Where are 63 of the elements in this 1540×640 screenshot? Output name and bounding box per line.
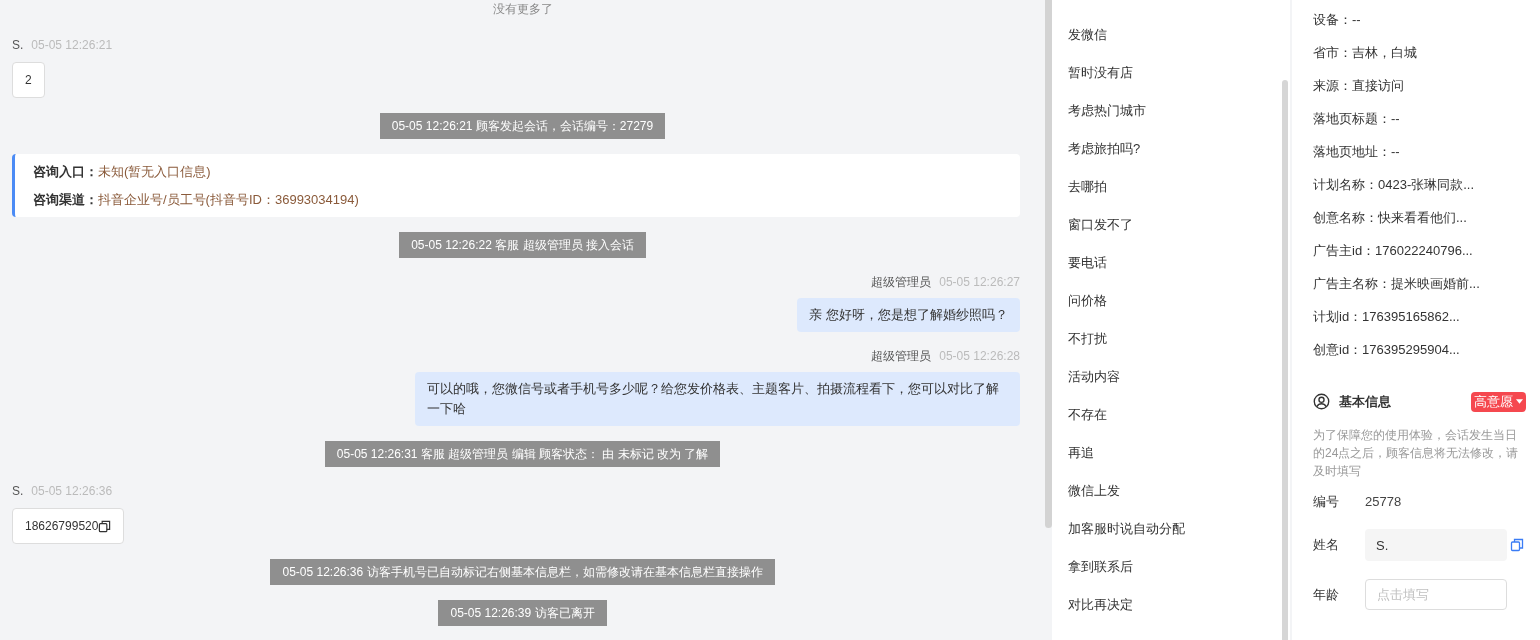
system-notice: 05-05 12:26:39 访客已离开 (438, 600, 607, 626)
message-bubble: 亲 您好呀，您是想了解婚纱照吗？ (797, 298, 1020, 332)
system-notice: 05-05 12:26:36 访客手机号已自动标记右侧基本信息栏，如需修改请在基本信息栏直接操作 (270, 559, 775, 585)
info-line: 落地页地址：-- (1313, 143, 1401, 161)
scrollbar[interactable] (1045, 0, 1052, 528)
section-title: 基本信息 (1339, 393, 1391, 411)
intent-tag[interactable]: 高意愿 (1471, 392, 1526, 412)
message-time: 05-05 12:26:36 (31, 483, 113, 500)
quick-reply-item[interactable]: 不打扰 (1068, 329, 1282, 349)
system-notice: 05-05 12:26:22 客服 超级管理员 接入会话 (399, 232, 646, 258)
system-notice: 05-05 12:26:31 客服 超级管理员 编辑 顾客状态： 由 未标记 改为 了解 (324, 441, 721, 467)
field-label: 年龄 (1313, 585, 1340, 604)
quick-reply-item[interactable]: 考虑热门城市 (1068, 101, 1282, 121)
quick-reply-item[interactable]: 要电话 (1068, 253, 1282, 273)
quick-reply-item[interactable]: 去哪拍 (1068, 177, 1282, 197)
scrollbar[interactable] (1282, 80, 1288, 640)
quick-reply-item[interactable]: 微信上发 (1068, 481, 1282, 501)
info-line: 计划名称：0423-张琳同款... (1313, 176, 1476, 194)
quick-reply-item[interactable]: 拿到联系后 (1068, 557, 1282, 577)
input-field[interactable]: 点击填写 (1365, 579, 1507, 610)
source-value: 未知(暂无入口信息) (98, 163, 211, 181)
quick-reply-item[interactable]: 加客服时说自动分配 (1068, 519, 1282, 539)
quick-reply-item[interactable]: 不存在 (1068, 405, 1282, 425)
sender-name: S. (12, 483, 24, 500)
input-field[interactable]: S. (1365, 529, 1507, 561)
notice-text: 为了保障您的使用体验，会话发生当日的24点之后，顾客信息将无法修改，请及时填写 (1313, 426, 1520, 480)
no-more-text: 没有更多了 (492, 1, 553, 18)
quick-reply-item[interactable]: 暂时没有店 (1068, 63, 1282, 83)
source-value: 抖音企业号/员工号(抖音号ID：36993034194) (98, 190, 359, 209)
quick-reply-item[interactable]: 对比再决定 (1068, 595, 1282, 615)
info-line: 省市：吉林，白城 (1313, 44, 1418, 62)
info-line: 广告主名称：提米映画婚前... (1313, 275, 1481, 293)
source-label: 咨询渠道： (33, 190, 98, 209)
field-label: 编号 (1313, 492, 1340, 511)
field-label: 姓名 (1313, 536, 1340, 555)
message-time: 05-05 12:26:21 (31, 37, 113, 54)
user-icon (1313, 393, 1330, 411)
quick-reply-item[interactable]: 发微信 (1068, 25, 1282, 45)
message-time: 05-05 12:26:28 (939, 348, 1020, 365)
quick-reply-item[interactable]: 再追 (1068, 443, 1282, 463)
sender-name: 超级管理员 (871, 348, 932, 365)
field-value: 25778 (1365, 492, 1402, 511)
caret-icon (1516, 399, 1523, 405)
sender-name: S. (12, 37, 24, 54)
message-bubble: 可以的哦，您微信号或者手机号多少呢？给您发价格表、主题客片、拍摄流程看下，您可以对比了解一下哈 (415, 372, 1020, 426)
info-line: 计划id：176395165862... (1313, 308, 1461, 326)
info-line: 创意名称：快来看看他们... (1313, 209, 1468, 227)
quick-reply-item[interactable]: 问价格 (1068, 291, 1282, 311)
source-label: 咨询入口： (33, 163, 98, 181)
message-bubble: 2 (12, 62, 45, 98)
quick-reply-item[interactable]: 窗口发不了 (1068, 215, 1282, 235)
info-line: 来源：直接访问 (1313, 77, 1405, 95)
info-line: 广告主id：176022240796... (1313, 242, 1474, 260)
message-time: 05-05 12:26:27 (939, 274, 1020, 291)
sender-name: 超级管理员 (871, 274, 932, 291)
info-line: 落地页标题：-- (1313, 110, 1401, 128)
info-line: 创意id：176395295904... (1313, 341, 1461, 359)
info-line: 设备：-- (1313, 11, 1362, 29)
copy-icon[interactable] (98, 519, 112, 533)
quick-reply-item[interactable]: 考虑旅拍吗? (1068, 139, 1282, 159)
message-bubble: 18626799520 (12, 508, 125, 544)
quick-reply-item[interactable]: 活动内容 (1068, 367, 1282, 387)
system-notice: 05-05 12:26:21 顾客发起会话，会话编号：27279 (379, 113, 666, 139)
